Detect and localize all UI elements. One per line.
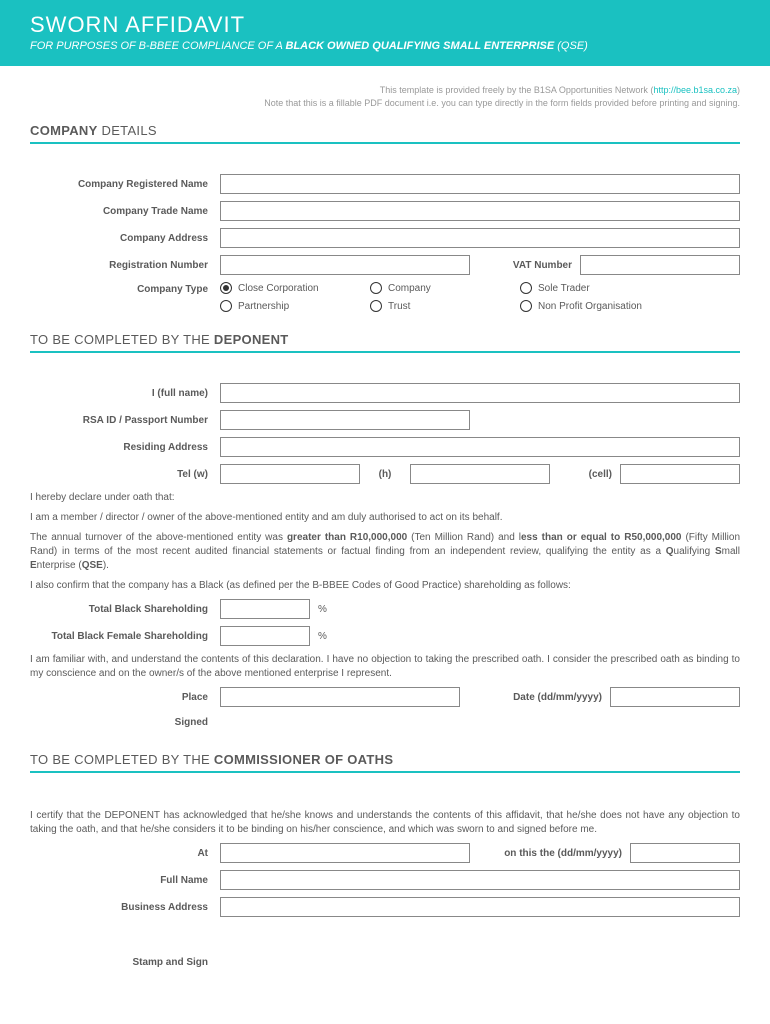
radio-sole-trader[interactable]: Sole Trader (520, 282, 670, 294)
section-company-details: COMPANY DETAILS (30, 123, 740, 144)
label-place: Place (30, 692, 220, 703)
input-place[interactable] (220, 687, 460, 707)
input-trade-name[interactable] (220, 201, 740, 221)
label-rsa-id: RSA ID / Passport Number (30, 415, 220, 426)
label-stamp-sign: Stamp and Sign (30, 957, 220, 968)
input-tel-h[interactable] (410, 464, 550, 484)
radio-trust[interactable]: Trust (370, 300, 520, 312)
label-comm-full-name: Full Name (30, 875, 220, 886)
input-tel-w[interactable] (220, 464, 360, 484)
label-on-this: on this the (dd/mm/yyyy) (470, 848, 630, 859)
provider-note: This template is provided freely by the … (30, 84, 740, 109)
label-signed: Signed (30, 717, 220, 728)
label-date: Date (dd/mm/yyyy) (460, 692, 610, 703)
input-date[interactable] (610, 687, 740, 707)
label-total-black-female: Total Black Female Shareholding (30, 631, 220, 642)
input-total-black-female[interactable] (220, 626, 310, 646)
input-tel-cell[interactable] (620, 464, 740, 484)
header-band: SWORN AFFIDAVIT FOR PURPOSES OF B-BBEE C… (0, 0, 770, 66)
input-registration-number[interactable] (220, 255, 470, 275)
input-business-address[interactable] (220, 897, 740, 917)
label-tel-h: (h) (360, 469, 410, 480)
label-company-address: Company Address (30, 233, 220, 244)
radio-company[interactable]: Company (370, 282, 520, 294)
label-at: At (30, 848, 220, 859)
label-vat-number: VAT Number (470, 260, 580, 271)
input-registered-name[interactable] (220, 174, 740, 194)
doc-subtitle: FOR PURPOSES OF B-BBEE COMPLIANCE OF A B… (30, 40, 740, 52)
declare-text: I hereby declare under oath that: (30, 491, 740, 505)
input-at[interactable] (220, 843, 470, 863)
label-residing-address: Residing Address (30, 442, 220, 453)
label-company-type: Company Type (30, 282, 220, 295)
input-total-black[interactable] (220, 599, 310, 619)
input-company-address[interactable] (220, 228, 740, 248)
input-vat-number[interactable] (580, 255, 740, 275)
familiar-text: I am familiar with, and understand the c… (30, 653, 740, 681)
pct-2: % (310, 631, 327, 642)
label-trade-name: Company Trade Name (30, 206, 220, 217)
radio-partnership[interactable]: Partnership (220, 300, 370, 312)
certify-text: I certify that the DEPONENT has acknowle… (30, 809, 740, 837)
label-full-name: I (full name) (30, 388, 220, 399)
radio-close-corporation[interactable]: Close Corporation (220, 282, 370, 294)
label-registration-number: Registration Number (30, 260, 220, 271)
label-business-address: Business Address (30, 902, 220, 913)
confirm-text: I also confirm that the company has a Bl… (30, 579, 740, 593)
input-comm-full-name[interactable] (220, 870, 740, 890)
doc-title: SWORN AFFIDAVIT (30, 12, 740, 38)
radio-npo[interactable]: Non Profit Organisation (520, 300, 690, 312)
turnover-text: The annual turnover of the above-mention… (30, 531, 740, 573)
provider-link[interactable]: http://bee.b1sa.co.za (653, 85, 737, 95)
label-total-black: Total Black Shareholding (30, 604, 220, 615)
input-on-this-date[interactable] (630, 843, 740, 863)
label-registered-name: Company Registered Name (30, 179, 220, 190)
input-full-name[interactable] (220, 383, 740, 403)
pct-1: % (310, 604, 327, 615)
input-rsa-id[interactable] (220, 410, 470, 430)
input-residing-address[interactable] (220, 437, 740, 457)
label-tel-w: Tel (w) (30, 469, 220, 480)
section-deponent: TO BE COMPLETED BY THE DEPONENT (30, 332, 740, 353)
section-commissioner: TO BE COMPLETED BY THE COMMISSIONER OF O… (30, 752, 740, 773)
label-tel-cell: (cell) (550, 469, 620, 480)
member-text: I am a member / director / owner of the … (30, 511, 740, 525)
